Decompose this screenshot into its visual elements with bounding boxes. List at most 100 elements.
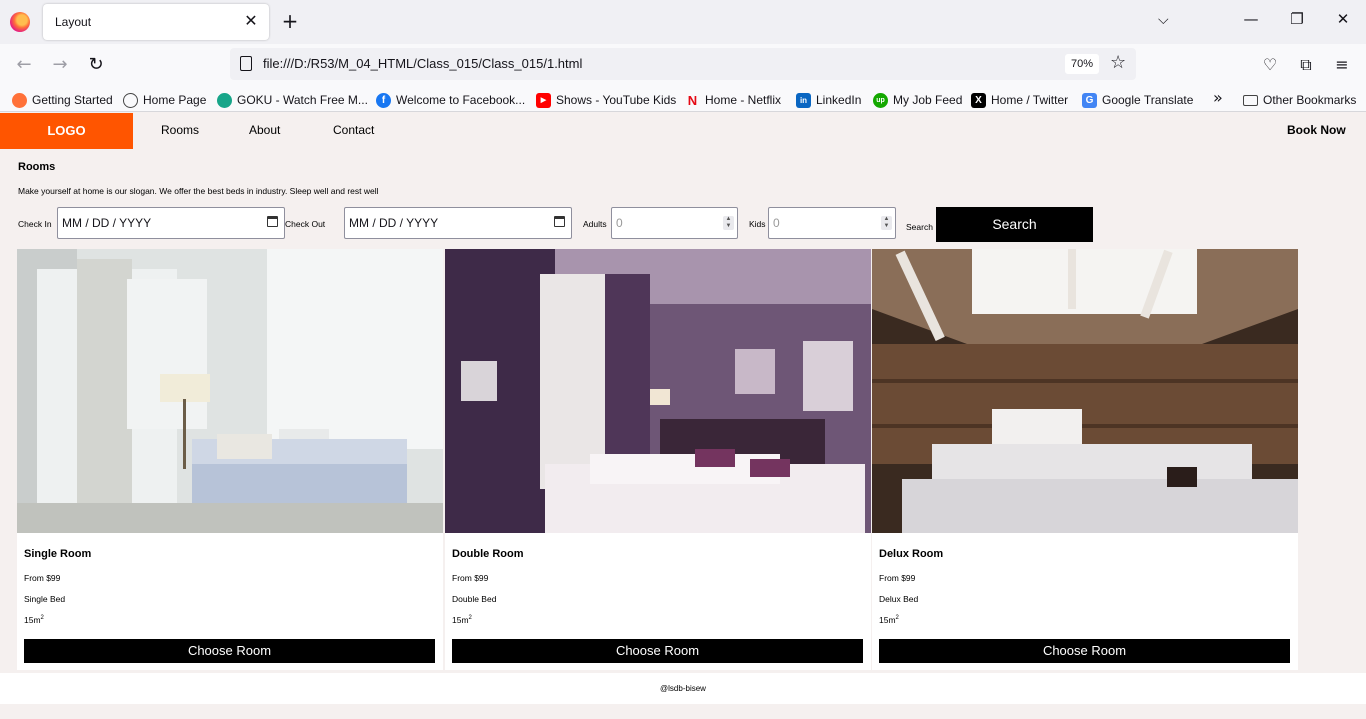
check-out-value: MM / DD / YYYY: [349, 216, 439, 230]
bookmark-item[interactable]: in LinkedIn: [796, 91, 861, 109]
bookmark-label: Google Translate: [1102, 93, 1194, 107]
room-photo-double: [445, 249, 871, 533]
bookmark-star-icon[interactable]: ☆: [1110, 52, 1126, 73]
restore-button[interactable]: ❐: [1287, 10, 1307, 28]
room-photo-delux: [872, 249, 1298, 533]
bookmark-item[interactable]: Home Page: [123, 91, 206, 109]
page-icon: [240, 56, 252, 71]
back-arrow-icon[interactable]: ←: [12, 54, 36, 76]
tab-title: Layout: [55, 15, 92, 29]
room-price: From $99: [24, 573, 61, 583]
bookmarks-toolbar: Getting Started Home Page GOKU - Watch F…: [0, 86, 1366, 112]
room-card-single: Single Room From $99 Single Bed 15m2 Cho…: [17, 249, 443, 670]
kids-label: Kids: [749, 219, 766, 229]
bookmark-item[interactable]: f Welcome to Facebook...: [376, 91, 525, 109]
check-out-date-input[interactable]: MM / DD / YYYY: [344, 207, 572, 239]
room-size-value: 15m: [24, 615, 41, 625]
bookmark-favicon-icon: [217, 92, 232, 108]
number-spinner-icon[interactable]: ▲ ▼: [723, 216, 734, 230]
room-size: 15m2: [879, 615, 899, 625]
bookmark-item[interactable]: Getting Started: [12, 91, 113, 109]
room-size-exponent: 2: [40, 615, 44, 622]
adults-number-input[interactable]: 0 ▲ ▼: [611, 207, 738, 239]
search-button[interactable]: Search: [936, 207, 1093, 242]
chevron-down-icon[interactable]: ⌵: [1158, 12, 1169, 28]
browser-tab[interactable]: Layout ✕: [43, 4, 269, 40]
check-in-label: Check In: [18, 219, 52, 229]
netflix-icon: N: [687, 92, 698, 108]
new-tab-button[interactable]: +: [280, 9, 300, 33]
bookmarks-overflow-chevron-icon[interactable]: »: [1213, 88, 1223, 107]
kids-number-input[interactable]: 0 ▲ ▼: [768, 207, 896, 239]
upwork-icon: up: [873, 92, 888, 108]
reload-icon[interactable]: ↻: [84, 54, 108, 76]
close-tab-icon[interactable]: ✕: [241, 11, 261, 30]
menu-icon[interactable]: ≡: [1332, 55, 1352, 74]
pocket-icon[interactable]: ♡: [1260, 55, 1280, 74]
bookmark-item[interactable]: X Home / Twitter: [971, 91, 1068, 109]
search-label: Search: [906, 222, 933, 232]
bookmark-label: My Job Feed: [893, 93, 963, 107]
room-size-exponent: 2: [895, 615, 899, 622]
site-logo[interactable]: LOGO: [0, 113, 133, 149]
room-title: Delux Room: [879, 548, 944, 560]
bookmark-item[interactable]: N Home - Netflix: [685, 91, 781, 109]
room-price: From $99: [452, 573, 489, 583]
other-bookmarks[interactable]: Other Bookmarks: [1243, 91, 1356, 109]
zoom-level-badge[interactable]: 70%: [1065, 54, 1100, 74]
number-spinner-icon[interactable]: ▲ ▼: [881, 216, 892, 230]
book-now-link[interactable]: Book Now: [1287, 123, 1346, 137]
room-price: From $99: [879, 573, 916, 583]
room-bed: Delux Bed: [879, 594, 919, 604]
twitter-x-icon: X: [971, 92, 986, 108]
calendar-icon[interactable]: [267, 216, 278, 227]
room-size-value: 15m: [452, 615, 469, 625]
room-card-delux: Delux Room From $99 Delux Bed 15m2 Choos…: [872, 249, 1298, 670]
bookmark-item[interactable]: ▶ Shows - YouTube Kids: [536, 91, 676, 109]
linkedin-icon: in: [796, 92, 811, 108]
nav-link-about[interactable]: About: [249, 123, 280, 137]
nav-link-contact[interactable]: Contact: [333, 123, 374, 137]
bookmark-label: Home Page: [143, 93, 207, 107]
window-close-button[interactable]: ✕: [1333, 10, 1353, 28]
other-bookmarks-label: Other Bookmarks: [1263, 93, 1357, 107]
section-heading: Rooms: [18, 161, 56, 173]
forward-arrow-icon[interactable]: →: [48, 54, 72, 76]
choose-room-button[interactable]: Choose Room: [879, 639, 1290, 663]
kids-value: 0: [773, 216, 780, 230]
check-in-date-input[interactable]: MM / DD / YYYY: [57, 207, 285, 239]
room-size: 15m2: [24, 615, 44, 625]
url-bar[interactable]: file:///D:/R53/M_04_HTML/Class_015/Class…: [230, 48, 1136, 80]
bookmark-label: Home / Twitter: [991, 93, 1069, 107]
choose-room-button[interactable]: Choose Room: [452, 639, 863, 663]
room-bed: Single Bed: [24, 594, 66, 604]
browser-tabstrip: Layout ✕ + ⌵ — ❐ ✕: [0, 0, 1366, 44]
nav-link-rooms[interactable]: Rooms: [161, 123, 199, 137]
bookmark-label: Getting Started: [32, 93, 113, 107]
room-photo-single: [17, 249, 443, 533]
site-navbar: LOGO Rooms About Contact Book Now: [0, 113, 1366, 149]
minimize-button[interactable]: —: [1241, 10, 1261, 28]
bookmark-label: Welcome to Facebook...: [396, 93, 526, 107]
adults-value: 0: [616, 216, 623, 230]
bookmark-item[interactable]: G Google Translate: [1082, 91, 1193, 109]
room-size: 15m2: [452, 615, 472, 625]
room-bed: Double Bed: [452, 594, 497, 604]
check-in-value: MM / DD / YYYY: [62, 216, 152, 230]
globe-icon: [123, 92, 138, 108]
calendar-icon[interactable]: [554, 216, 565, 227]
bookmark-favicon-icon: [12, 92, 27, 108]
bookmark-item[interactable]: GOKU - Watch Free M...: [217, 91, 368, 109]
extensions-icon[interactable]: ⧉: [1296, 55, 1316, 75]
facebook-icon: f: [376, 92, 391, 108]
room-title: Single Room: [24, 548, 92, 560]
bookmark-item[interactable]: up My Job Feed: [873, 91, 962, 109]
url-text[interactable]: file:///D:/R53/M_04_HTML/Class_015/Class…: [263, 56, 582, 71]
choose-room-button[interactable]: Choose Room: [24, 639, 435, 663]
room-title: Double Room: [452, 548, 524, 560]
adults-label: Adults: [583, 219, 607, 229]
bookmark-label: GOKU - Watch Free M...: [237, 93, 368, 107]
room-card-double: Double Room From $99 Double Bed 15m2 Cho…: [445, 249, 871, 670]
google-translate-icon: G: [1082, 92, 1097, 108]
room-size-value: 15m: [879, 615, 896, 625]
